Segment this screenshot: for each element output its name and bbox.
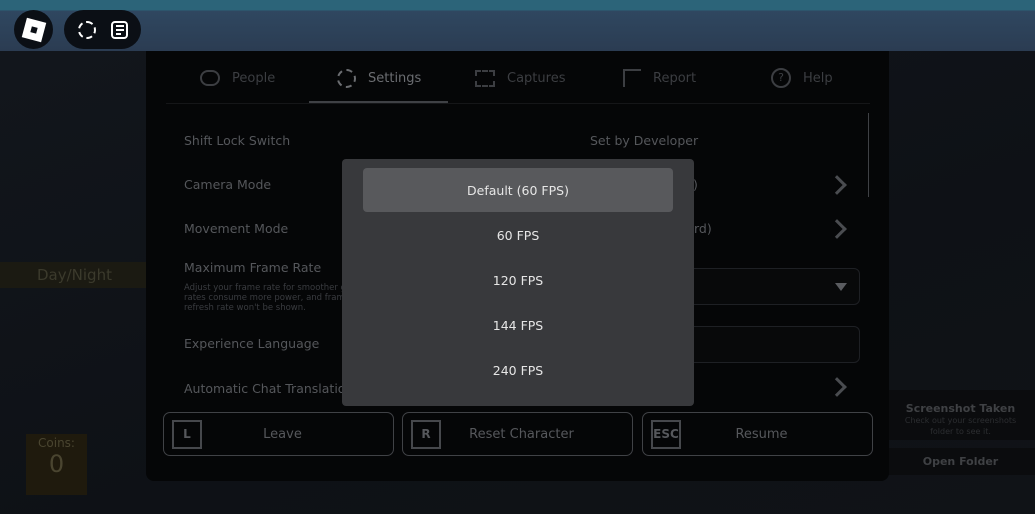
tab-label: Help [803, 70, 833, 86]
shift-lock-label: Shift Lock Switch [184, 133, 291, 148]
tab-label: Captures [507, 70, 566, 86]
coins-counter: Coins: 0 [26, 434, 87, 495]
coins-label: Coins: [38, 436, 75, 450]
auto-chat-translation-label: Automatic Chat Translation [184, 381, 354, 396]
frame-rate-desc: Adjust your frame rate for smoother g [184, 283, 344, 293]
screenshot-toast: Screenshot Taken Check out your screensh… [886, 390, 1035, 440]
resume-button[interactable]: ESC Resume [642, 412, 873, 456]
key-hint: R [411, 419, 441, 449]
tab-captures[interactable]: Captures [475, 66, 565, 90]
leave-button[interactable]: L Leave [163, 412, 394, 456]
movement-mode-value[interactable]: rd) [694, 221, 712, 236]
dropdown-option-144[interactable]: 144 FPS [363, 303, 673, 347]
camera-mode-label: Camera Mode [184, 177, 272, 192]
tab-label: Report [653, 70, 697, 86]
key-hint: ESC [651, 419, 681, 449]
daynight-sign: Day/Night [0, 262, 150, 288]
frame-rate-desc: rates consume more power, and frame [184, 293, 344, 303]
frame-rate-dropdown: Default (60 FPS) 60 FPS 120 FPS 144 FPS … [342, 159, 694, 406]
roblox-logo-icon [21, 17, 46, 42]
frame-rate-desc: refresh rate won't be shown. [184, 303, 306, 313]
shift-lock-value[interactable]: Set by Developer [590, 133, 698, 148]
dropdown-option-60[interactable]: 60 FPS [363, 213, 673, 257]
dropdown-arrow-icon [835, 283, 847, 291]
tab-divider [166, 103, 870, 104]
tab-report[interactable]: Report [623, 66, 696, 90]
people-icon [200, 70, 220, 86]
help-icon: ? [771, 68, 791, 88]
sky [0, 0, 1035, 51]
toast-message: Check out your screenshots folder to see… [904, 416, 1017, 436]
gear-icon [337, 68, 356, 88]
dropdown-option-default[interactable]: Default (60 FPS) [363, 168, 673, 212]
button-label: Leave [263, 426, 302, 442]
tab-settings[interactable]: Settings [337, 66, 421, 90]
chat-icon[interactable] [110, 20, 128, 39]
tab-label: People [232, 70, 276, 86]
flag-icon [623, 69, 641, 87]
active-tab-indicator [309, 101, 448, 103]
camera-icon [475, 69, 495, 87]
button-label: Reset Character [469, 426, 574, 442]
tab-help[interactable]: ? Help [771, 66, 833, 90]
frame-rate-label: Maximum Frame Rate [184, 260, 322, 275]
avatar-cube-icon[interactable] [77, 20, 96, 39]
coins-value: 0 [48, 450, 65, 478]
daynight-label: Day/Night [37, 266, 112, 284]
open-folder-button[interactable]: Open Folder [886, 448, 1035, 475]
toast-title: Screenshot Taken [905, 402, 1016, 415]
dropdown-option-120[interactable]: 120 FPS [363, 258, 673, 302]
tab-label: Settings [368, 70, 422, 86]
tab-people[interactable]: People [200, 66, 275, 90]
scrollbar[interactable] [868, 113, 869, 197]
reset-character-button[interactable]: R Reset Character [402, 412, 633, 456]
key-hint: L [172, 419, 202, 449]
button-label: Resume [735, 426, 788, 442]
movement-mode-label: Movement Mode [184, 221, 289, 236]
experience-language-label: Experience Language [184, 336, 320, 351]
dropdown-option-240[interactable]: 240 FPS [363, 348, 673, 392]
roblox-menu-button[interactable] [14, 10, 53, 49]
